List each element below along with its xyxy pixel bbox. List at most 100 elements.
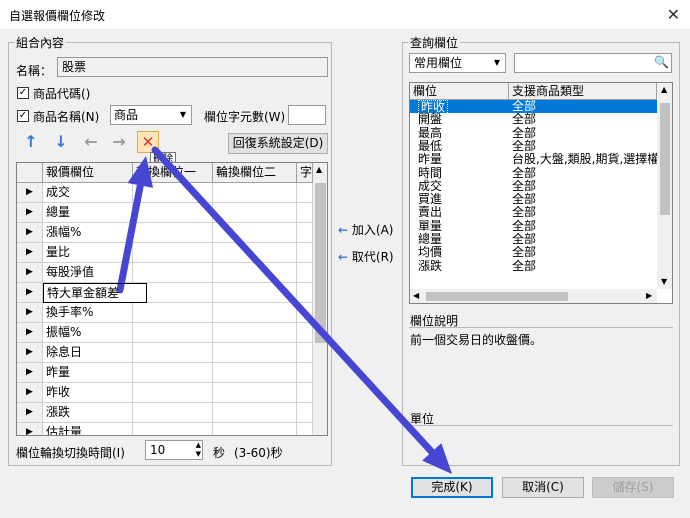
row-pointer-icon[interactable]: ▶ [17, 283, 43, 303]
grid-cell[interactable] [213, 223, 297, 243]
row-pointer-icon[interactable]: ▶ [17, 263, 43, 283]
search-icon[interactable]: 🔍 [654, 55, 669, 69]
list-item[interactable]: 昨量 台股,大盤,類股,期貨,選擇權 [410, 153, 659, 166]
grid-cell[interactable] [133, 323, 213, 343]
rotation-input[interactable]: 10 ▲ ▼ [145, 440, 203, 460]
grid-cell[interactable] [133, 423, 213, 435]
grid-cell-quote-field[interactable]: 換手率% [43, 303, 133, 323]
move-down-icon[interactable]: ↓ [50, 131, 72, 153]
grid-col-header[interactable]: 字 [297, 163, 313, 183]
move-right-icon[interactable]: → [108, 131, 130, 153]
grid-cell[interactable] [297, 423, 313, 435]
grid-cell[interactable] [297, 183, 313, 203]
char-count-input[interactable] [288, 105, 326, 125]
row-pointer-icon[interactable]: ▶ [17, 323, 43, 343]
query-hscroll[interactable]: ◀ ▶ [410, 289, 657, 303]
list-item[interactable]: 最高 全部 [410, 126, 657, 140]
grid-cell[interactable] [133, 303, 213, 323]
grid-cell[interactable] [213, 403, 297, 423]
query-col-type[interactable]: 支援商品類型 [509, 83, 657, 100]
product-code-checkbox[interactable]: ✓ [17, 87, 29, 99]
save-button[interactable]: 儲存(S) [592, 477, 674, 498]
row-pointer-icon[interactable]: ▶ [17, 203, 43, 223]
grid-scrollbar[interactable]: ▲ [313, 163, 327, 435]
row-pointer-icon[interactable]: ▶ [17, 343, 43, 363]
list-item[interactable]: 成交 全部 [410, 179, 657, 193]
grid-cell-quote-field[interactable]: 每股淨值 [43, 263, 133, 283]
grid-cell[interactable] [213, 243, 297, 263]
row-pointer-icon[interactable]: ▶ [17, 403, 43, 423]
grid-cell[interactable] [297, 323, 313, 343]
list-item[interactable]: 單量 全部 [410, 219, 657, 233]
grid-cell[interactable] [133, 183, 213, 203]
grid-cell-quote-field[interactable]: 漲跌 [43, 403, 133, 423]
add-button[interactable]: ← 加入(A) [338, 221, 393, 238]
name-input[interactable]: 股票 [57, 57, 328, 77]
product-name-checkbox[interactable]: ✓ [17, 110, 29, 122]
grid-cell-quote-field[interactable]: 除息日 [43, 343, 133, 363]
move-left-icon[interactable]: ← [80, 131, 102, 153]
grid-cell[interactable] [213, 183, 297, 203]
close-icon[interactable]: ✕ [667, 5, 680, 24]
category-select[interactable]: 常用欄位 ▼ [409, 53, 506, 73]
grid-cell[interactable] [133, 343, 213, 363]
grid-cell[interactable] [297, 343, 313, 363]
row-pointer-icon[interactable]: ▶ [17, 423, 43, 435]
cancel-button[interactable]: 取消(C) [502, 477, 584, 498]
query-vscroll-thumb[interactable] [660, 103, 670, 215]
row-pointer-icon[interactable]: ▶ [17, 243, 43, 263]
row-pointer-icon[interactable]: ▶ [17, 383, 43, 403]
list-item[interactable]: 賣出 全部 [410, 206, 657, 219]
row-pointer-icon[interactable]: ▶ [17, 363, 43, 383]
grid-cell[interactable] [133, 243, 213, 263]
list-item[interactable]: 開盤 全部 [410, 113, 657, 126]
grid-col-header[interactable]: 報價欄位 [43, 163, 133, 183]
grid-cell[interactable] [213, 283, 297, 303]
scroll-down-icon[interactable]: ▼ [661, 277, 667, 286]
grid-cell-quote-field[interactable]: 振幅% [43, 323, 133, 343]
grid-cell[interactable] [213, 203, 297, 223]
ok-button[interactable]: 完成(K) [411, 477, 493, 498]
list-item[interactable]: 時間 全部 [410, 166, 657, 180]
search-input[interactable] [514, 53, 672, 73]
scroll-up-icon[interactable]: ▲ [661, 85, 667, 94]
grid-cell-quote-field[interactable]: 漲幅% [43, 223, 133, 243]
grid-cell-quote-field[interactable]: 昨量 [43, 363, 133, 383]
grid-scroll-thumb[interactable] [315, 183, 326, 343]
scroll-right-icon[interactable]: ▶ [646, 291, 652, 300]
grid-cell[interactable] [297, 263, 313, 283]
grid-cell[interactable] [297, 303, 313, 323]
delete-icon[interactable]: ✕ [137, 131, 159, 153]
grid-cell[interactable] [297, 283, 313, 303]
scroll-left-icon[interactable]: ◀ [413, 291, 419, 300]
spin-up-icon[interactable]: ▲ [196, 441, 201, 450]
grid-cell-editing[interactable]: 特大單金額差 [43, 283, 147, 303]
reset-system-button[interactable]: 回復系統設定(D) [228, 133, 328, 154]
query-hscroll-thumb[interactable] [426, 292, 568, 301]
grid-cell[interactable] [133, 403, 213, 423]
grid-cell[interactable] [297, 383, 313, 403]
grid-cell[interactable] [213, 363, 297, 383]
replace-button[interactable]: ← 取代(R) [338, 248, 394, 265]
grid-col-header[interactable]: 輪換欄位二 [213, 163, 297, 183]
grid-cell[interactable] [133, 203, 213, 223]
move-up-icon[interactable]: ↑ [20, 131, 42, 153]
grid-cell[interactable] [133, 363, 213, 383]
grid-cell[interactable] [297, 243, 313, 263]
grid-cell[interactable] [213, 263, 297, 283]
grid-cell-quote-field[interactable]: 總量 [43, 203, 133, 223]
grid-cell[interactable] [297, 223, 313, 243]
grid-cell-quote-field[interactable]: 昨收 [43, 383, 133, 403]
spin-down-icon[interactable]: ▼ [196, 450, 201, 459]
grid-cell[interactable] [213, 323, 297, 343]
row-pointer-icon[interactable]: ▶ [17, 223, 43, 243]
list-item[interactable]: 最低 全部 [410, 139, 657, 153]
grid-cell-quote-field[interactable]: 成交 [43, 183, 133, 203]
grid-cell[interactable] [133, 383, 213, 403]
list-item[interactable]: 均價 全部 [410, 246, 657, 259]
row-pointer-icon[interactable]: ▶ [17, 183, 43, 203]
grid-cell-quote-field[interactable]: 估計量 [43, 423, 133, 435]
grid-cell[interactable] [297, 363, 313, 383]
grid-cell[interactable] [297, 203, 313, 223]
list-item[interactable]: 漲跌 全部 [410, 259, 657, 273]
